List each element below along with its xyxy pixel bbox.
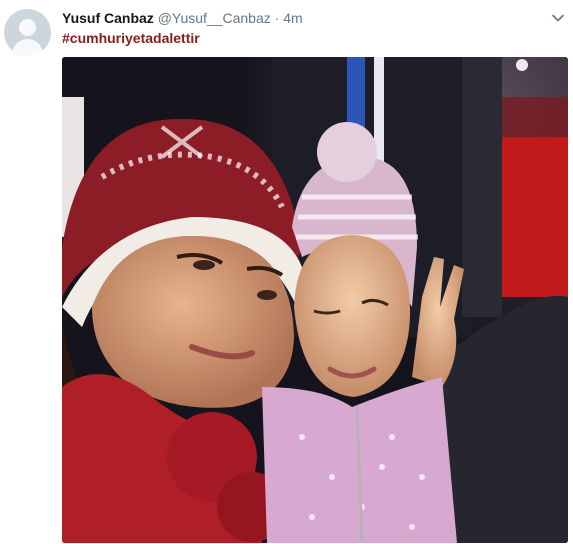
avatar[interactable] (4, 9, 51, 56)
tweet-photo[interactable] (62, 57, 568, 543)
hashtag-link[interactable]: #cumhuriyetadalettir (62, 29, 200, 47)
tweet-header: Yusuf Canbaz @Yusuf__Canbaz · 4m (62, 9, 303, 27)
separator-dot: · (274, 10, 280, 26)
tweet-timestamp[interactable]: 4m (283, 10, 302, 26)
chevron-down-icon[interactable] (551, 11, 565, 25)
default-avatar-icon (19, 19, 36, 36)
user-handle[interactable]: @Yusuf__Canbaz (158, 10, 271, 26)
display-name[interactable]: Yusuf Canbaz (62, 10, 154, 26)
tweet-card: Yusuf Canbaz @Yusuf__Canbaz · 4m #cumhur… (0, 0, 573, 544)
